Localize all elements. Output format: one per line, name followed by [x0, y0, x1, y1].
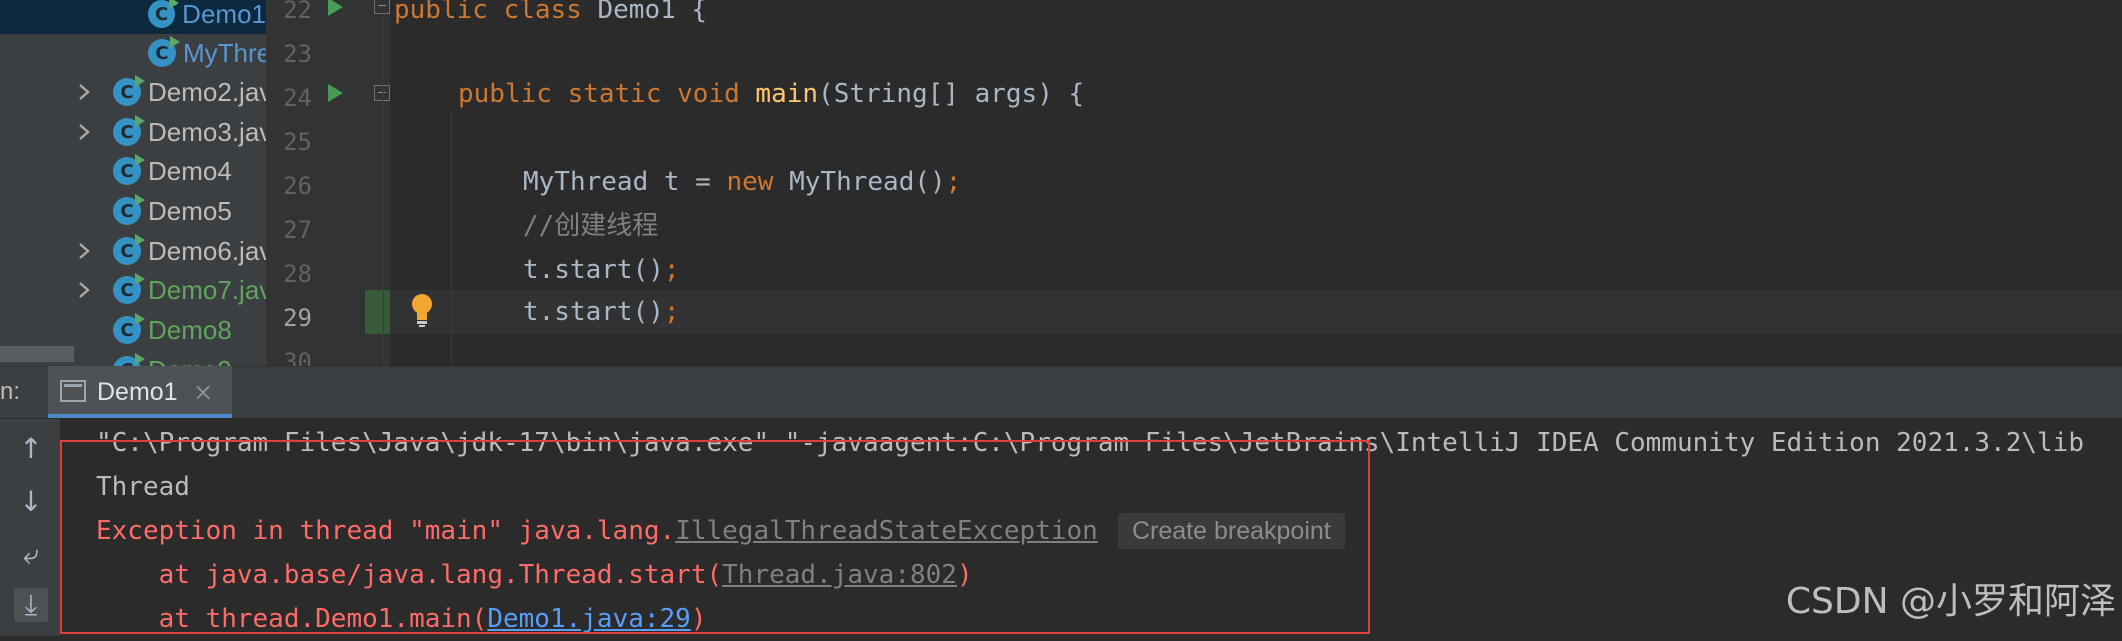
chevron-right-icon[interactable] [74, 231, 94, 271]
code-line-26: MyThread t = new MyThread(); [523, 167, 962, 197]
down-arrow-icon[interactable]: ↓ [14, 485, 48, 519]
tree-item-label: Demo3.java [148, 116, 266, 147]
soft-wrap-icon[interactable]: ⤶ [14, 538, 48, 572]
code-line-29: t.start(); [523, 297, 680, 327]
run-main-icon[interactable] [328, 84, 343, 102]
java-class-icon: C [113, 234, 145, 265]
tree-item-label: Demo7.java [148, 274, 266, 305]
java-class-icon: C [113, 154, 145, 185]
highlight-box [60, 440, 1370, 634]
tree-item[interactable]: CDemo2.java [113, 72, 266, 112]
fold-class-icon[interactable] [374, 0, 390, 14]
java-class-icon: C [148, 0, 180, 28]
java-class-icon: C [148, 36, 180, 67]
line-number: 28 [283, 260, 312, 288]
tree-item-label: MyThread [183, 37, 266, 68]
java-class-icon: C [113, 313, 145, 344]
code-line-24: public static void main(String[] args) { [458, 79, 1085, 109]
indent-guide [451, 110, 452, 366]
tab-label: Demo1 [97, 378, 178, 406]
tree-item-label: Demo6.java [148, 235, 266, 266]
tree-item[interactable]: C Demo5 [113, 191, 232, 231]
chevron-right-icon[interactable] [74, 72, 94, 112]
java-class-icon: C [113, 115, 145, 146]
console-icon [60, 380, 86, 402]
line-number: 25 [283, 128, 312, 156]
tree-item[interactable]: CDemo7.java [113, 270, 266, 310]
java-class-icon: C [113, 353, 145, 366]
fold-method-icon[interactable] [374, 85, 390, 101]
line-number: 29 [283, 304, 312, 332]
tree-item[interactable]: CDemo9 [113, 350, 232, 366]
tree-item[interactable]: CDemo3.java [113, 112, 266, 152]
scroll-to-end-icon[interactable]: ⤓ [14, 588, 48, 622]
chevron-right-icon[interactable] [74, 112, 94, 152]
tree-item-label: Demo2.java [148, 76, 266, 107]
code-line-28: t.start(); [523, 255, 680, 285]
java-class-icon: C [113, 273, 145, 304]
line-number: 27 [283, 216, 312, 244]
watermark: CSDN @小罗和阿泽 [1785, 581, 2116, 622]
tree-horizontal-scrollbar[interactable] [0, 346, 74, 362]
line-number: 24 [283, 84, 312, 112]
up-arrow-icon[interactable]: ↑ [14, 432, 48, 466]
tree-item[interactable]: C Demo8 [113, 310, 232, 350]
tree-item[interactable]: C Demo4 [113, 151, 232, 191]
changed-line-marker [365, 290, 390, 334]
lightbulb-icon[interactable] [410, 292, 434, 328]
run-toolwindow-header [0, 366, 2122, 419]
tree-item[interactable]: CDemo6.java [113, 231, 266, 271]
line-number: 23 [283, 40, 312, 68]
project-tree: CDemo1CMyThreadCDemo2.javaCDemo3.javaCDe… [0, 0, 266, 366]
run-class-icon[interactable] [328, 0, 343, 16]
indent-guide [383, 12, 384, 366]
tree-item[interactable]: CMyThread [148, 33, 266, 73]
close-icon[interactable]: × [193, 366, 213, 418]
code-line-27: //创建线程 [523, 211, 659, 241]
tree-item-label: Demo1 [182, 0, 266, 29]
line-number: 22 [283, 0, 312, 24]
tree-item-label: Demo9 [148, 355, 232, 367]
chevron-right-icon[interactable] [74, 270, 94, 310]
line-number: 26 [283, 172, 312, 200]
tree-item-label: Demo4 [148, 155, 232, 186]
tree-item-label: Demo5 [148, 195, 232, 226]
tree-item[interactable]: C Demo1 [0, 0, 266, 34]
java-class-icon: C [113, 194, 145, 225]
run-label: n: [0, 378, 21, 405]
code-line-22: public class Demo1 { [394, 0, 708, 25]
java-class-icon: C [113, 75, 145, 106]
tree-item-label: Demo8 [148, 314, 232, 345]
